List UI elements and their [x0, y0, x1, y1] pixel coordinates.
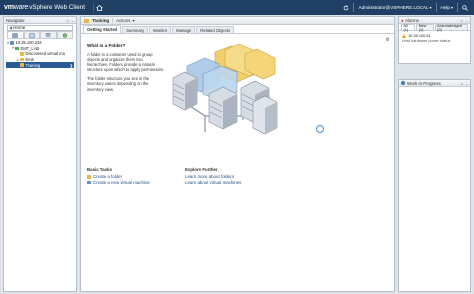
create-vm-link[interactable]: Create a new virtual machine [87, 180, 159, 186]
main-panel: Training Actions ▾ Getting Started Summa… [80, 16, 395, 292]
navigator-history: ◀ Home [4, 24, 76, 31]
learn-folders-label: Learn more about folders [185, 174, 235, 180]
tree-item-label: Discovered virtual ma [25, 51, 65, 57]
tab-networking[interactable] [56, 31, 73, 38]
basic-tasks-heading: Basic Tasks [87, 167, 113, 172]
tree-item-label: Emit [25, 57, 34, 63]
chevron-right-icon: ❯ [69, 62, 73, 68]
learn-vms-label: Learn about virtual machines [185, 180, 242, 186]
chevron-down-icon: ▾ [132, 18, 135, 23]
help-label: Help [440, 5, 450, 10]
folder-servers-illustration [172, 44, 278, 135]
tree-item[interactable]: Training ❯ [6, 62, 74, 68]
vm-icon [87, 180, 91, 185]
work-in-progress-icon [401, 81, 405, 85]
history-label: Home [13, 25, 26, 30]
folder-icon [87, 175, 91, 179]
inventory-tree: ▾ 10.35.100.234 ▾ EMT_LAB Discovered virtual… [4, 39, 76, 69]
user-name: Administrator@VSPHERE.LOCAL [358, 5, 429, 10]
home-icon [96, 4, 103, 11]
tree-item-label: Training [25, 62, 41, 68]
network-icon [62, 32, 67, 38]
actions-menu[interactable]: Actions ▾ [112, 18, 135, 23]
pin-icon[interactable]: ⊥ [460, 81, 463, 86]
search-icon[interactable] [462, 4, 468, 11]
work-in-progress-panel: Work In Progress ⊥ – [398, 79, 471, 292]
loading-spinner [316, 125, 324, 133]
learn-vms-link[interactable]: Learn about virtual machines [185, 180, 257, 186]
tree-node-icon [20, 57, 24, 62]
pin-icon[interactable]: ⊥ [460, 18, 463, 23]
tree-item-label: 10.35.100.234 [15, 40, 42, 46]
tab-related-objects[interactable]: Related Objects [196, 26, 235, 33]
brand-ware: ware [13, 4, 29, 11]
minimize-icon[interactable]: – [72, 18, 74, 23]
tab-alarms-new[interactable]: New (1) [416, 24, 434, 32]
tab-alarms-all[interactable]: All (1) [401, 24, 416, 32]
gs-paragraph-1: A folder is a container used to group ob… [87, 52, 165, 73]
object-title: Training [92, 18, 110, 23]
alarm-description: Host hardware power status [402, 38, 451, 43]
navigator-panel: Navigator ⊥– ◀ Home ▾10.35.100.234▾E [3, 16, 77, 292]
minimize-icon[interactable]: – [466, 81, 468, 86]
tab-summary[interactable]: Summary [122, 26, 149, 33]
explore-further: Explore Further Learn more about folders… [185, 167, 257, 186]
wip-title: Work In Progress [407, 80, 441, 86]
workspace: Navigator ⊥– ◀ Home ▾10.35.100.234▾E [0, 15, 474, 294]
alarms-panel: ● Alarms ⊥ – All (1) New (1) Acknowledged… [398, 16, 471, 64]
alarm-item[interactable]: 10.35.100.51 Host hardware power status [399, 31, 470, 45]
storage-icon [45, 32, 51, 37]
back-icon: ◀ [9, 25, 13, 30]
object-header: Training Actions ▾ [81, 17, 394, 25]
brand-vm: vm [4, 4, 14, 11]
tree-node-icon [20, 63, 24, 67]
tree-node-icon [10, 41, 14, 45]
refresh-icon[interactable] [343, 4, 349, 11]
folder-icon [84, 18, 89, 23]
explore-heading: Explore Further [185, 167, 218, 172]
hosts-clusters-icon [12, 32, 18, 38]
tab-vms-templates[interactable] [23, 31, 40, 38]
tab-storage[interactable] [40, 31, 57, 38]
vms-templates-icon [29, 32, 35, 38]
home-button[interactable] [92, 2, 105, 13]
navigator-title: Navigator [6, 17, 25, 23]
object-tabs: Getting Started Summary Monitor Manage R… [81, 25, 394, 34]
tab-monitor[interactable]: Monitor [149, 26, 172, 33]
tree-item-label: EMT_LAB [20, 45, 40, 51]
history-button[interactable]: ◀ Home [7, 24, 73, 31]
tree-node-icon [20, 52, 24, 56]
alarm-bell-icon: ● [401, 17, 404, 23]
actions-label: Actions [116, 18, 131, 23]
help-menu[interactable]: Help▾ [441, 5, 453, 10]
create-folder-label: Create a folder [93, 174, 123, 180]
brand-product: vSphere Web Client [29, 4, 85, 11]
separator [435, 3, 437, 12]
chevron-down-icon: ▾ [429, 5, 432, 10]
tree-node-icon [15, 46, 19, 51]
tab-hosts-clusters[interactable] [7, 31, 24, 38]
create-vm-label: Create a new virtual machine [93, 180, 150, 186]
wip-header: Work In Progress ⊥ – [399, 80, 470, 87]
basic-tasks: Basic Tasks Create a folder Create a new… [87, 167, 159, 186]
user-menu[interactable]: Administrator@VSPHERE.LOCAL▾ [358, 5, 431, 10]
chevron-down-icon: ▾ [450, 5, 453, 10]
pin-icon[interactable]: ⊥ [66, 18, 69, 23]
alarm-tabs: All (1) New (1) Acknowledged (0) [399, 24, 470, 32]
separator [457, 3, 458, 12]
separator [353, 3, 355, 12]
top-bar: vm ware vSphere Web Client Administrator@… [0, 0, 474, 15]
brand-logo: vm ware vSphere Web Client [4, 4, 85, 11]
gs-paragraph-2: The folder structure you see in the inve… [87, 76, 150, 92]
tab-manage[interactable]: Manage [172, 26, 196, 33]
alarms-title: Alarms [405, 17, 419, 23]
minimize-icon[interactable]: – [466, 18, 468, 23]
tab-getting-started[interactable]: Getting Started [83, 25, 122, 33]
navigator-tabs [7, 31, 73, 39]
warning-icon [402, 33, 406, 38]
task-sections: Basic Tasks Create a folder Create a new… [87, 167, 257, 186]
navigator-header: Navigator ⊥ – [4, 17, 76, 24]
tab-alarms-acknowledged[interactable]: Acknowledged (0) [434, 24, 468, 32]
